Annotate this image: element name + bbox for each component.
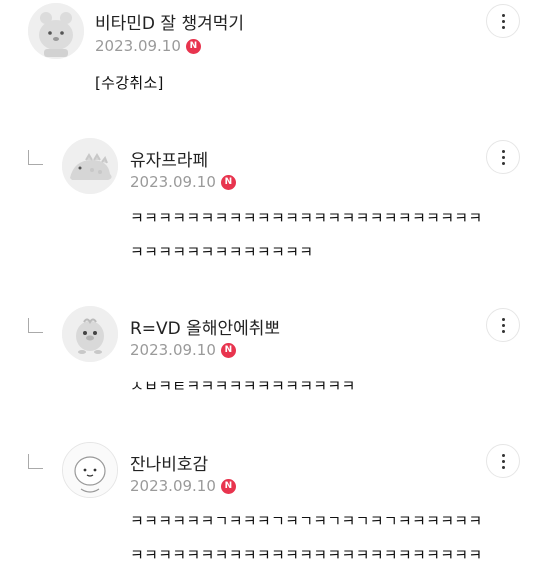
dot-icon bbox=[501, 459, 505, 463]
reply-arrow-icon bbox=[28, 318, 43, 333]
comment-date: 2023.09.10 bbox=[130, 477, 216, 495]
dot-icon bbox=[501, 317, 505, 321]
more-options-button[interactable] bbox=[486, 4, 520, 38]
new-badge: N bbox=[220, 174, 236, 190]
comment-meta: 2023.09.10 N bbox=[130, 173, 236, 191]
more-options-button[interactable] bbox=[486, 444, 520, 478]
comment-author[interactable]: 잔나비호감 bbox=[130, 450, 208, 475]
dot-icon bbox=[501, 323, 505, 327]
reply-arrow-icon bbox=[28, 150, 43, 165]
reply-arrow-icon bbox=[28, 454, 43, 469]
comment-date: 2023.09.10 bbox=[130, 173, 216, 191]
dot-icon bbox=[501, 25, 505, 29]
comment-item: 비타민D 잘 챙겨먹기 2023.09.10 N [수강취소] bbox=[0, 0, 540, 120]
comment-date: 2023.09.10 bbox=[95, 37, 181, 55]
dot-icon bbox=[501, 329, 505, 333]
dot-icon bbox=[501, 155, 505, 159]
comment-text: [수강취소] bbox=[95, 74, 164, 92]
comment-author[interactable]: 비타민D 잘 챙겨먹기 bbox=[95, 9, 244, 34]
comment-meta: 2023.09.10 N bbox=[130, 341, 236, 359]
bear-avatar-icon[interactable] bbox=[28, 3, 84, 59]
comment-date: 2023.09.10 bbox=[130, 341, 216, 359]
dot-icon bbox=[501, 149, 505, 153]
more-options-button[interactable] bbox=[486, 308, 520, 342]
reply-item: R=VD 올해안에취뽀 2023.09.10 N ㅅㅂㅋㅌㅋㅋㅋㅋㅋㅋㅋㅋㅋㅋㅋ… bbox=[0, 306, 540, 426]
comment-text: ㅋㅋㅋㅋㅋㅋㄱㅋㅋㅋㄱㅋㄱㅋㄱㅋㄱㅋㄱㅋㅋㅋㅋㅋㅋㅋㅋㅋㅋㅋㅋㅋㅋㅋㅋㅋㅋㅋㅋㅋ… bbox=[130, 512, 483, 564]
dot-icon bbox=[501, 161, 505, 165]
new-badge: N bbox=[185, 38, 201, 54]
dot-icon bbox=[501, 13, 505, 17]
comment-author[interactable]: 유자프라페 bbox=[130, 146, 208, 171]
new-badge: N bbox=[220, 342, 236, 358]
new-badge: N bbox=[220, 478, 236, 494]
reply-item: 유자프라페 2023.09.10 N ㅋㅋㅋㅋㅋㅋㅋㅋㅋㅋㅋㅋㅋㅋㅋㅋㅋㅋㅋㅋㅋ… bbox=[0, 138, 540, 288]
comment-meta: 2023.09.10 N bbox=[130, 477, 236, 495]
comment-text: ㅅㅂㅋㅌㅋㅋㅋㅋㅋㅋㅋㅋㅋㅋㅋㅋ bbox=[130, 377, 356, 395]
round-face-avatar-icon[interactable] bbox=[62, 442, 118, 498]
comment-author[interactable]: R=VD 올해안에취뽀 bbox=[130, 314, 280, 339]
reply-item: 잔나비호감 2023.09.10 N ㅋㅋㅋㅋㅋㅋㄱㅋㅋㅋㄱㅋㄱㅋㄱㅋㄱㅋㄱㅋㅋ… bbox=[0, 442, 540, 564]
chick-avatar-icon[interactable] bbox=[62, 306, 118, 362]
comment-meta: 2023.09.10 N bbox=[95, 37, 201, 55]
dot-icon bbox=[501, 465, 505, 469]
comment-text: ㅋㅋㅋㅋㅋㅋㅋㅋㅋㅋㅋㅋㅋㅋㅋㅋㅋㅋㅋㅋㅋㅋㅋㅋㅋㅋㅋㅋㅋㅋㅋㅋㅋㅋㅋㅋㅋㅋ bbox=[130, 209, 483, 261]
dinosaur-avatar-icon[interactable] bbox=[62, 138, 118, 194]
dot-icon bbox=[501, 19, 505, 23]
more-options-button[interactable] bbox=[486, 140, 520, 174]
dot-icon bbox=[501, 453, 505, 457]
